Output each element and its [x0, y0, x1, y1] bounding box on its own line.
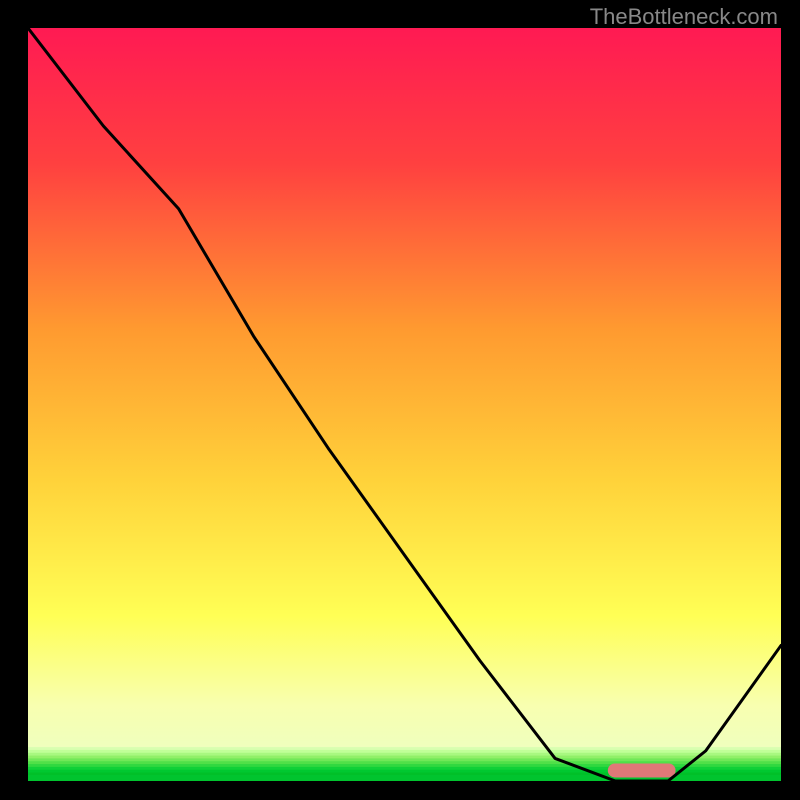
y-axis-line [20, 28, 28, 781]
chart-svg [28, 28, 781, 781]
plot-area [28, 28, 781, 781]
watermark-text: TheBottleneck.com [590, 4, 778, 30]
optimum-marker [608, 763, 676, 777]
x-axis-line [28, 781, 781, 789]
chart-container: TheBottleneck.com [0, 0, 800, 800]
gradient-background [28, 28, 781, 781]
